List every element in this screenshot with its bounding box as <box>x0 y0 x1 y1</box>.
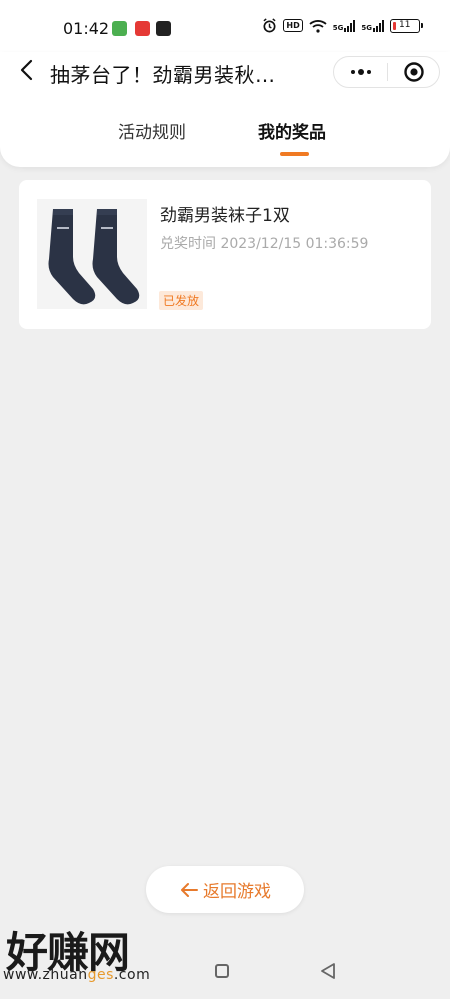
system-back-icon[interactable] <box>319 962 337 980</box>
wifi-icon <box>309 19 327 33</box>
signal-bars-icon <box>344 19 356 32</box>
page-header: 抽茅台了！劲霸男装秋… 活动规则 我的奖品 <box>0 52 450 167</box>
battery-level: 11 <box>399 19 411 30</box>
active-tab-indicator <box>280 152 309 156</box>
prize-card[interactable]: 劲霸男装袜子1双 兑奖时间 2023/12/15 01:36:59 已发放 <box>19 180 431 329</box>
signal-indicator-1: 5G <box>333 19 356 32</box>
back-button[interactable] <box>14 58 38 82</box>
miniprogram-capsule <box>333 56 440 88</box>
arrow-left-icon <box>181 882 198 897</box>
chevron-left-icon <box>20 59 33 81</box>
recent-apps-button[interactable] <box>215 964 229 978</box>
target-icon <box>403 62 424 82</box>
watermark-url: www.zhuanges.com <box>3 967 151 983</box>
status-indicators: HD 5G 5G 11 <box>262 18 423 33</box>
return-to-game-button[interactable]: 返回游戏 <box>146 866 304 913</box>
tab-rules[interactable]: 活动规则 <box>118 118 186 143</box>
close-miniprogram-button[interactable] <box>388 57 439 87</box>
alarm-icon <box>263 18 276 33</box>
wallet-app-icon <box>156 21 171 36</box>
prize-image <box>37 199 147 309</box>
messages-app-icon <box>112 21 127 36</box>
hd-badge: HD <box>283 19 303 32</box>
signal-indicator-2: 5G <box>361 19 384 32</box>
more-button[interactable] <box>334 57 387 87</box>
page-title: 抽茅台了！劲霸男装秋… <box>50 63 276 87</box>
battery-icon: 11 <box>390 18 423 33</box>
signal-bars-icon <box>373 19 384 32</box>
tab-my-prizes[interactable]: 我的奖品 <box>258 118 326 143</box>
status-bar: 01:42 HD 5G 5G 11 <box>0 0 450 52</box>
status-badge: 已发放 <box>159 291 204 310</box>
prize-name: 劲霸男装袜子1双 <box>160 206 290 226</box>
return-to-game-label: 返回游戏 <box>203 882 271 902</box>
record-app-icon <box>135 21 150 36</box>
tab-bar: 活动规则 我的奖品 <box>0 118 450 164</box>
redeem-time: 兑奖时间 2023/12/15 01:36:59 <box>160 236 369 252</box>
socks-image <box>48 209 140 305</box>
status-time: 01:42 <box>63 19 110 38</box>
